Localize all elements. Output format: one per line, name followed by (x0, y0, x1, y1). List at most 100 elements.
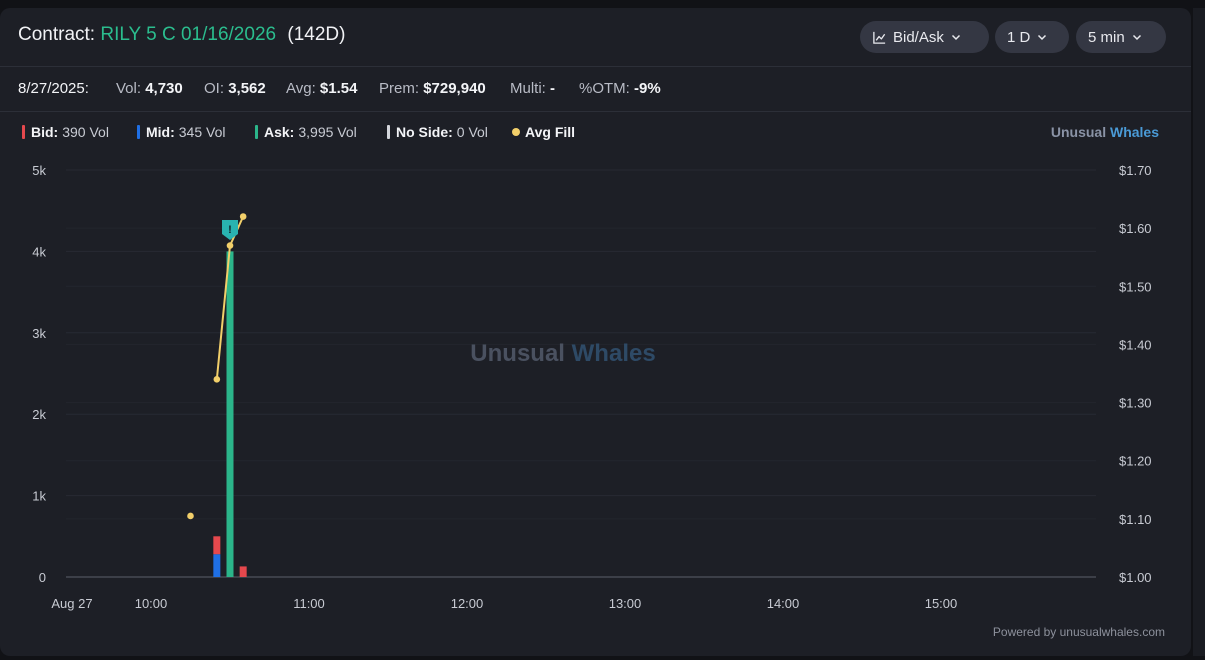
y-tick-label: 5k (32, 163, 46, 178)
timeframe-label: 1 D (1007, 28, 1031, 46)
alert-marker: ! (222, 220, 238, 240)
chevron-down-icon (1131, 31, 1143, 43)
x-tick-label: 11:00 (293, 596, 325, 611)
avg-fill-point (187, 512, 194, 520)
y-right-tick-label: $1.30 (1119, 396, 1152, 411)
avg-fill-point (213, 376, 221, 383)
stat-avg-label: Avg: (286, 80, 316, 97)
x-tick-label: 15:00 (925, 596, 958, 611)
stat-multi-value: - (550, 80, 556, 97)
brand-part2: Whales (1109, 124, 1159, 140)
stat-premium-label: Prem: (379, 80, 420, 97)
stat-avg-value: $1.54 (319, 80, 358, 97)
bar-bid (213, 536, 221, 555)
avg-fill-point (239, 213, 247, 220)
bid-ask-label: Bid/Ask (893, 28, 944, 46)
x-tick-label: 10:00 (135, 596, 168, 611)
legend-mid-value: 345 Vol (178, 124, 226, 140)
legend-mid[interactable]: Mid: 345 Vol (137, 124, 225, 140)
legend-bid-label: Bid: (31, 124, 59, 140)
avg-fill-series (187, 213, 247, 520)
avg-fill-point (226, 242, 234, 249)
stats-bar: 8/27/2025: Vol: 4,730 OI: 3,562 Avg: $1.… (0, 67, 1191, 112)
timeframe-dropdown[interactable]: 1 D (995, 21, 1069, 53)
y-tick-label: 3k (32, 326, 46, 341)
bid-swatch (22, 125, 25, 139)
legend-no-side-label: No Side: (396, 124, 453, 140)
legend-ask-label: Ask: (264, 124, 295, 140)
stat-otm-label: %OTM: (579, 80, 630, 97)
y-right-tick-label: $1.70 (1119, 163, 1152, 178)
stat-volume-label: Vol: (116, 80, 142, 97)
chart-watermark: Unusual Whales (470, 340, 655, 367)
avg-fill-swatch (512, 128, 520, 136)
legend-bid-value: 390 Vol (62, 124, 109, 140)
stat-otm-value: -9% (634, 80, 661, 97)
y-right-tick-label: $1.60 (1119, 221, 1152, 236)
stat-multi-label: Multi: (510, 80, 546, 97)
y-right-tick-label: $1.20 (1119, 454, 1152, 469)
x-tick-label: 12:00 (451, 596, 484, 611)
contract-title: Contract: RILY 5 C 01/16/2026 (142D) (18, 24, 345, 46)
y-right-tick-label: $1.00 (1119, 570, 1152, 585)
x-axis: Aug 27 10:00 11:00 12:00 13:00 14:00 15:00 (51, 596, 957, 611)
watermark-part1: Unusual (470, 340, 565, 367)
header: Contract: RILY 5 C 01/16/2026 (142D) Bid… (0, 8, 1191, 67)
stat-multi: Multi: - (510, 80, 555, 97)
stat-oi-label: OI: (204, 80, 225, 97)
stat-volume-value: 4,730 (145, 80, 183, 97)
legend-bid[interactable]: Bid: 390 Vol (22, 124, 109, 140)
stat-premium-value: $729,940 (423, 80, 486, 97)
marker-symbol: ! (228, 224, 232, 236)
x-tick-label: Aug 27 (51, 596, 92, 611)
scroll-gutter (1193, 8, 1205, 656)
chevron-down-icon (1036, 31, 1048, 43)
y-tick-label: 4k (32, 244, 46, 259)
x-tick-label: 13:00 (609, 596, 642, 611)
stat-volume: Vol: 4,730 (116, 80, 183, 97)
stat-avg: Avg: $1.54 (286, 80, 357, 97)
legend-avg-fill[interactable]: Avg Fill (512, 124, 575, 140)
chart-area[interactable]: Unusual Whales 01k2k3k4k5k $1.00$1.10$1.… (0, 158, 1191, 638)
mid-swatch (137, 125, 140, 139)
grid-lines (66, 169, 1096, 578)
x-tick-label: 14:00 (767, 596, 800, 611)
y-axis-left: 0 1k 2k 3k 4k 5k (32, 163, 46, 585)
legend-no-side-value: 0 Vol (456, 124, 488, 140)
interval-dropdown[interactable]: 5 min (1076, 21, 1166, 53)
brand-part1: Unusual (1050, 124, 1107, 140)
interval-label: 5 min (1088, 28, 1125, 46)
bar-ask (226, 251, 234, 577)
legend-ask-value: 3,995 Vol (298, 124, 357, 140)
powered-by[interactable]: Powered by unusualwhales.com (993, 625, 1165, 639)
watermark-part2: Whales (572, 340, 656, 367)
legend-ask[interactable]: Ask: 3,995 Vol (255, 124, 357, 140)
line-chart-icon (872, 30, 887, 45)
y-right-tick-label: $1.40 (1119, 337, 1152, 352)
stat-premium: Prem: $729,940 (379, 80, 486, 97)
bid-ask-dropdown[interactable]: Bid/Ask (860, 21, 989, 53)
bar-bid (239, 566, 247, 577)
stat-oi-value: 3,562 (228, 80, 266, 97)
ask-swatch (255, 125, 258, 139)
y-tick-label: 2k (32, 407, 46, 422)
brand-logo: Unusual Whales (1051, 124, 1159, 140)
contract-label: Contract: (18, 24, 96, 45)
chart-card: Contract: RILY 5 C 01/16/2026 (142D) Bid… (0, 8, 1191, 656)
stats-date: 8/27/2025: (18, 80, 89, 97)
y-axis-right: $1.00 $1.10 $1.20 $1.30 $1.40 $1.50 $1.60 $1.70 (1119, 163, 1152, 585)
legend-no-side[interactable]: No Side: 0 Vol (387, 124, 488, 140)
y-tick-label: 0 (39, 570, 46, 585)
y-right-tick-label: $1.10 (1119, 512, 1152, 527)
bar-mid (213, 554, 221, 577)
legend-mid-label: Mid: (146, 124, 175, 140)
y-right-tick-label: $1.50 (1119, 279, 1152, 294)
chevron-down-icon (950, 31, 962, 43)
alert-marker-icon: ! (222, 220, 238, 240)
stat-otm: %OTM: -9% (579, 80, 661, 97)
legend-avg-fill-label: Avg Fill (525, 124, 576, 140)
contract-days: (142D) (287, 24, 346, 45)
stat-oi: OI: 3,562 (204, 80, 266, 97)
y-tick-label: 1k (32, 489, 46, 504)
contract-name: RILY 5 C 01/16/2026 (100, 24, 277, 45)
